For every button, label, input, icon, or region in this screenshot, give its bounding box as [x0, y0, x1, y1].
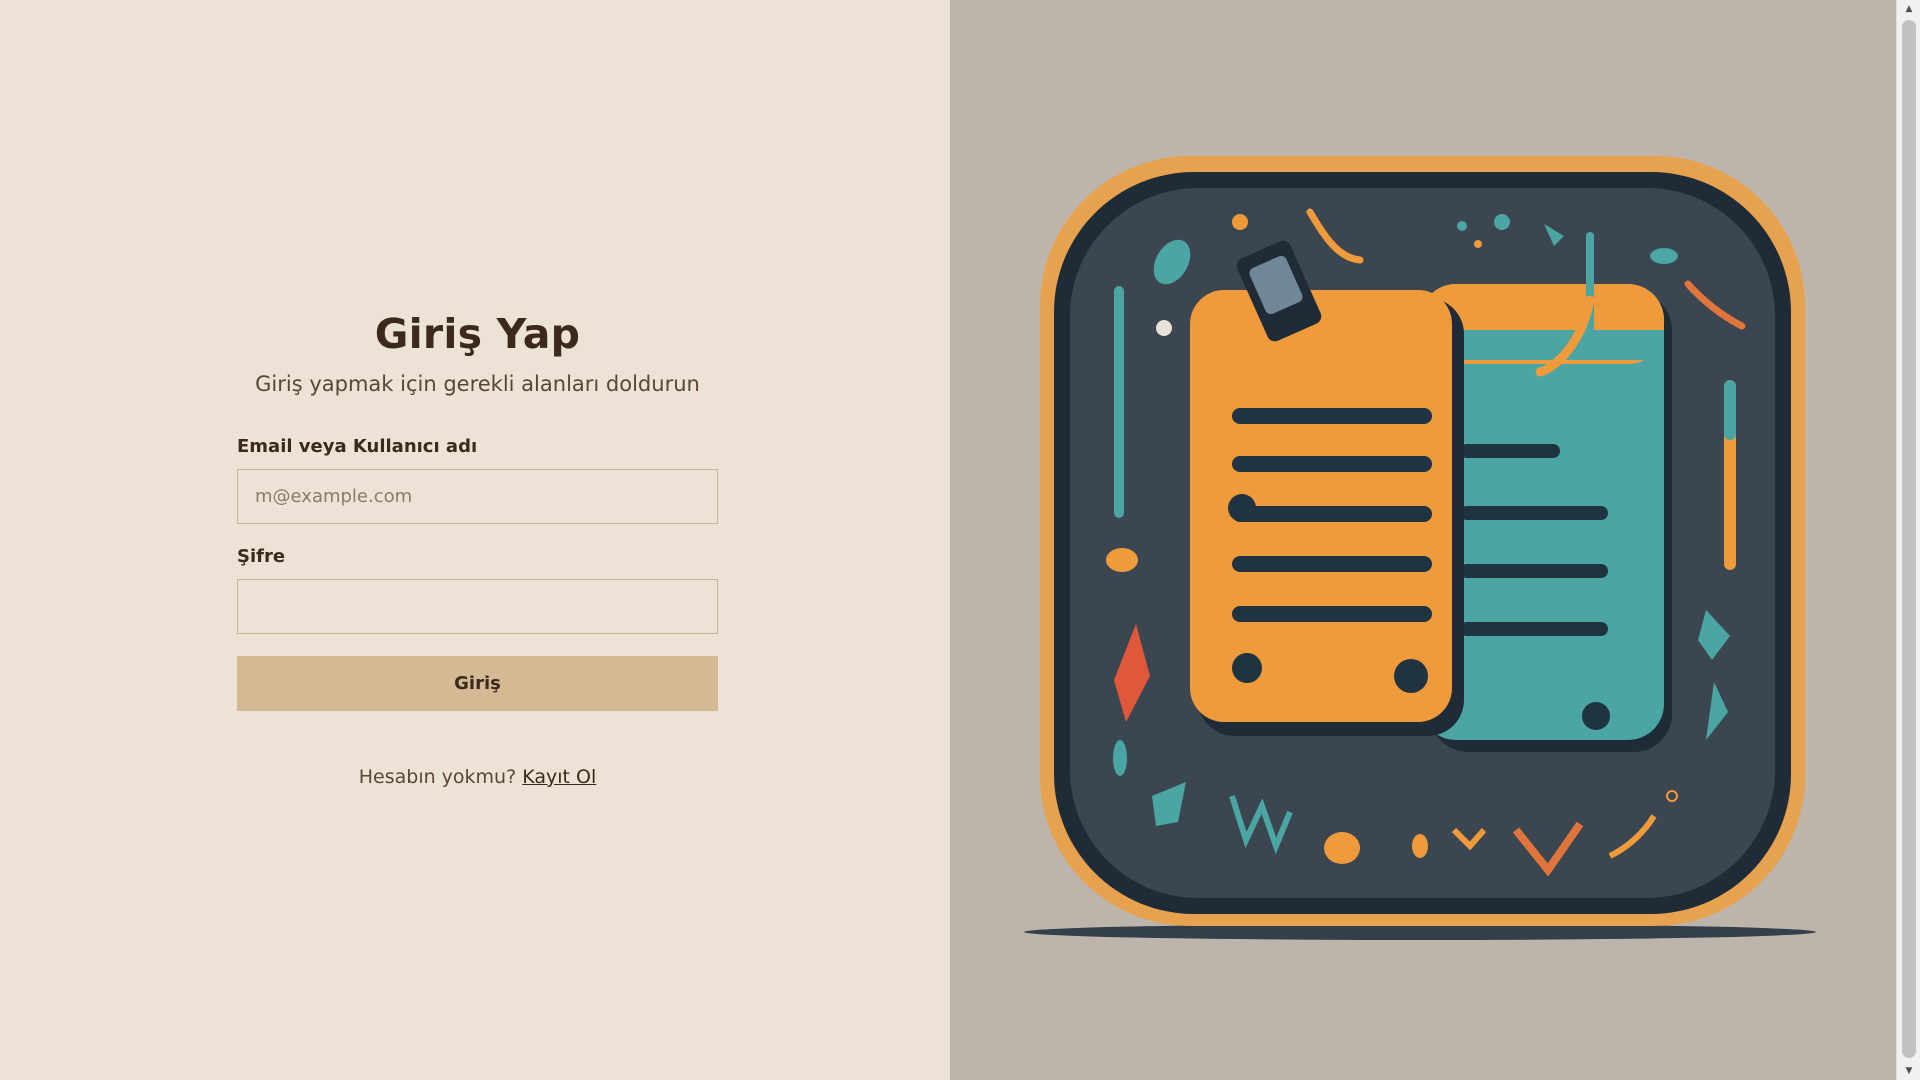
no-account-text: Hesabın yokmu? — [358, 766, 517, 788]
login-form: Giriş Yap Giriş yapmak için gerekli alan… — [237, 310, 718, 788]
scroll-down-arrow-icon[interactable]: ▼ — [1897, 1062, 1920, 1080]
scroll-up-arrow-icon[interactable]: ▲ — [1897, 0, 1920, 18]
password-label: Şifre — [237, 546, 286, 567]
page-title: Giriş Yap — [374, 310, 581, 358]
login-panel: Giriş Yap Giriş yapmak için gerekli alan… — [0, 0, 950, 1080]
signup-prompt: Hesabın yokmu? Kayıt Ol — [237, 766, 718, 788]
page-subtitle: Giriş yapmak için gerekli alanları doldu… — [255, 372, 700, 396]
signup-link[interactable]: Kayıt Ol — [522, 766, 596, 788]
password-input[interactable] — [237, 579, 718, 634]
email-input[interactable] — [237, 469, 718, 524]
login-button[interactable]: Giriş — [237, 656, 718, 711]
illustration-panel — [950, 0, 1896, 1080]
email-label: Email veya Kullanıcı adı — [237, 436, 478, 457]
scrollbar-thumb[interactable] — [1902, 20, 1916, 1058]
page-scrollbar[interactable]: ▲ ▼ — [1896, 0, 1920, 1080]
notepad-app-icon — [1024, 156, 1816, 940]
